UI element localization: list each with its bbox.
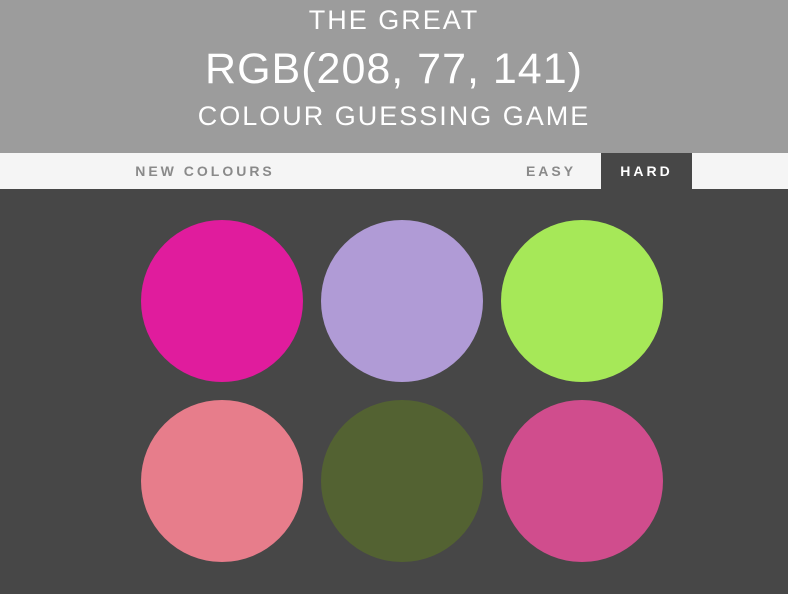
colour-square-1[interactable] [141, 220, 303, 382]
new-colours-button[interactable]: NEW COLOURS [120, 153, 290, 189]
title-line-top: THE GREAT [308, 5, 480, 35]
colour-square-3[interactable] [501, 220, 663, 382]
game-header: THE GREAT RGB(208, 77, 141) COLOUR GUESS… [0, 0, 788, 153]
colour-square-4[interactable] [141, 400, 303, 562]
colour-square-6[interactable] [501, 400, 663, 562]
control-stripe: NEW COLOURS EASY HARD [0, 153, 788, 189]
colour-square-2[interactable] [321, 220, 483, 382]
title-line-bottom: COLOUR GUESSING GAME [197, 101, 591, 131]
hard-mode-button[interactable]: HARD [601, 153, 692, 189]
colour-board [0, 189, 788, 594]
colour-square-5[interactable] [321, 400, 483, 562]
rgb-target-display: RGB(208, 77, 141) [205, 45, 583, 93]
easy-mode-button[interactable]: EASY [508, 153, 594, 189]
